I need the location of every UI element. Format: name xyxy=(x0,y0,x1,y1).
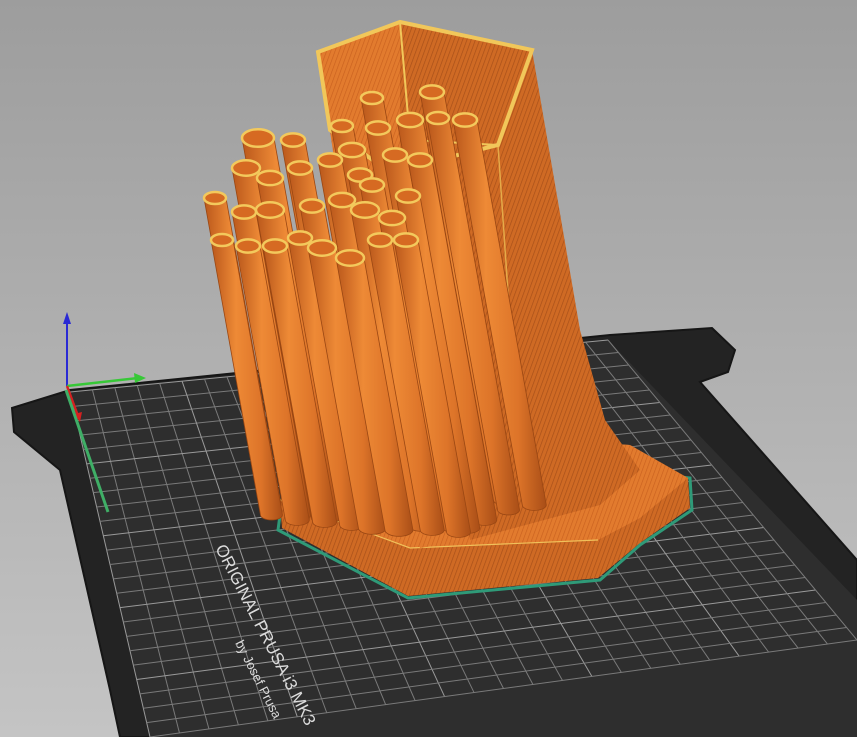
model-tube-top xyxy=(349,201,381,219)
scene-canvas[interactable]: ORIGINAL PRUSA i3 MK3 by Josef Prusa xyxy=(0,0,857,737)
model-tube-top xyxy=(316,152,344,168)
3d-viewport[interactable]: ORIGINAL PRUSA i3 MK3 by Josef Prusa xyxy=(0,0,857,737)
model-tube-top xyxy=(209,232,235,248)
model-tube-top xyxy=(234,238,262,254)
model-tube-top xyxy=(364,120,392,136)
model-tube-top xyxy=(286,230,314,246)
model-tube-top xyxy=(359,90,385,106)
model-tube-top xyxy=(327,191,357,209)
model-tube-top xyxy=(406,152,434,168)
model-tube-top xyxy=(255,169,285,187)
model-tube-top xyxy=(298,198,326,214)
model-tube-top xyxy=(451,112,479,128)
model-tube-top xyxy=(230,159,262,177)
model-tube-top xyxy=(394,188,422,204)
model-tube-top xyxy=(240,127,276,149)
model-tube-top xyxy=(381,147,409,163)
model-tube-top xyxy=(337,141,367,159)
model-tube-top xyxy=(254,201,286,219)
model-tube-top xyxy=(306,239,338,257)
model-tube-top xyxy=(329,118,355,134)
model-tube-top xyxy=(425,110,451,126)
model-tube-top xyxy=(395,111,425,129)
model-tube-top xyxy=(202,190,228,206)
model-tube-top xyxy=(334,249,366,267)
model-tube-top xyxy=(286,160,314,176)
model-tube-top xyxy=(377,209,407,227)
model-tube-top xyxy=(366,232,394,248)
model-tube-top xyxy=(230,204,258,220)
model-tube-top xyxy=(261,238,289,254)
model-tube-top xyxy=(279,132,307,148)
model-tube-top xyxy=(392,232,420,248)
model-tube-top xyxy=(358,177,386,193)
model-tube-top xyxy=(418,84,446,100)
